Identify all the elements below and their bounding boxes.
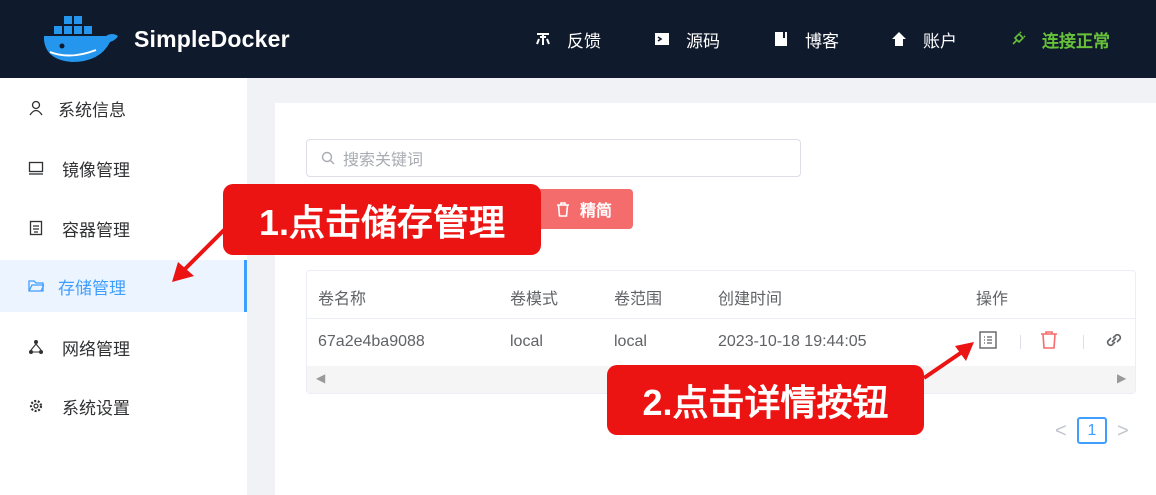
sidebar-item-settings[interactable]: 系统设置 [0, 380, 247, 432]
nav-blog[interactable]: 博客 [773, 28, 839, 51]
nav-account-label: 账户 [923, 31, 957, 51]
home-icon [892, 32, 906, 46]
search-icon [321, 151, 335, 165]
clean-button[interactable]: 精简 [535, 189, 633, 229]
network-icon [29, 340, 43, 354]
gear-icon [29, 399, 43, 413]
terminal-icon [655, 33, 669, 45]
pagination-prev[interactable]: < [1055, 420, 1067, 443]
link-icon[interactable] [1103, 329, 1125, 351]
column-header: 操作 [976, 291, 1009, 308]
nav-feedback[interactable]: 反馈 [535, 28, 601, 51]
book-icon [775, 32, 787, 46]
sidebar: 系统信息 镜像管理 容器管理 存储管理 网络管理 系统设置 [0, 78, 247, 495]
clean-button-label: 精简 [579, 203, 612, 220]
container-icon [29, 220, 43, 236]
feedback-icon [536, 33, 550, 45]
action-divider [1020, 335, 1021, 349]
sidebar-item-network[interactable]: 网络管理 [0, 321, 247, 373]
pagination-next[interactable]: > [1117, 420, 1129, 443]
annotation-step1: 1.点击储存管理 [223, 184, 541, 255]
cell-volume-scope: local [614, 333, 647, 350]
column-header: 卷模式 [510, 291, 559, 308]
search-input[interactable]: 搜索关键词 [306, 139, 801, 177]
delete-icon[interactable] [1038, 329, 1060, 351]
detail-icon[interactable] [977, 329, 999, 351]
connection-status: 连接正常 [1010, 28, 1110, 51]
sidebar-item-storage[interactable]: 存储管理 [0, 260, 247, 312]
search-placeholder: 搜索关键词 [343, 152, 424, 169]
scroll-left-icon[interactable]: ◀ [316, 371, 325, 385]
nav-source[interactable]: 源码 [654, 28, 720, 51]
nav-blog-label: 博客 [805, 31, 839, 51]
nav-source-label: 源码 [686, 31, 720, 51]
monitor-icon [28, 161, 44, 175]
column-header: 卷名称 [318, 291, 367, 308]
cell-created-time: 2023-10-18 19:44:05 [718, 333, 867, 350]
scroll-right-icon[interactable]: ▶ [1117, 371, 1126, 385]
header-divider [307, 318, 1135, 319]
sidebar-item-system-info[interactable]: 系统信息 [0, 82, 247, 134]
action-divider [1083, 335, 1084, 349]
sidebar-item-label: 网络管理 [62, 339, 130, 359]
column-header: 卷范围 [614, 291, 663, 308]
folder-icon [28, 280, 44, 292]
annotation-step2: 2.点击详情按钮 [607, 365, 924, 435]
pagination-current-page[interactable]: 1 [1077, 417, 1107, 444]
sidebar-item-label: 存储管理 [58, 278, 126, 298]
sidebar-item-images[interactable]: 镜像管理 [0, 142, 247, 194]
cell-volume-mode: local [510, 333, 543, 350]
nav-account[interactable]: 账户 [891, 28, 957, 51]
nav-feedback-label: 反馈 [567, 31, 601, 51]
trash-icon [556, 201, 569, 217]
user-icon [29, 100, 43, 116]
plug-icon [1012, 31, 1026, 45]
column-header: 创建时间 [718, 291, 783, 308]
sidebar-item-containers[interactable]: 容器管理 [0, 202, 247, 254]
top-header: SimpleDocker 反馈 源码 博客 账户 连接正常 [0, 0, 1156, 78]
sidebar-item-label: 系统信息 [58, 100, 126, 120]
cell-volume-name: 67a2e4ba9088 [318, 333, 425, 350]
sidebar-item-label: 系统设置 [62, 398, 130, 418]
docker-whale-logo [44, 16, 118, 62]
connection-status-label: 连接正常 [1042, 31, 1110, 51]
app-title: SimpleDocker [134, 26, 290, 52]
sidebar-item-label: 容器管理 [62, 220, 130, 240]
sidebar-item-label: 镜像管理 [62, 160, 130, 180]
